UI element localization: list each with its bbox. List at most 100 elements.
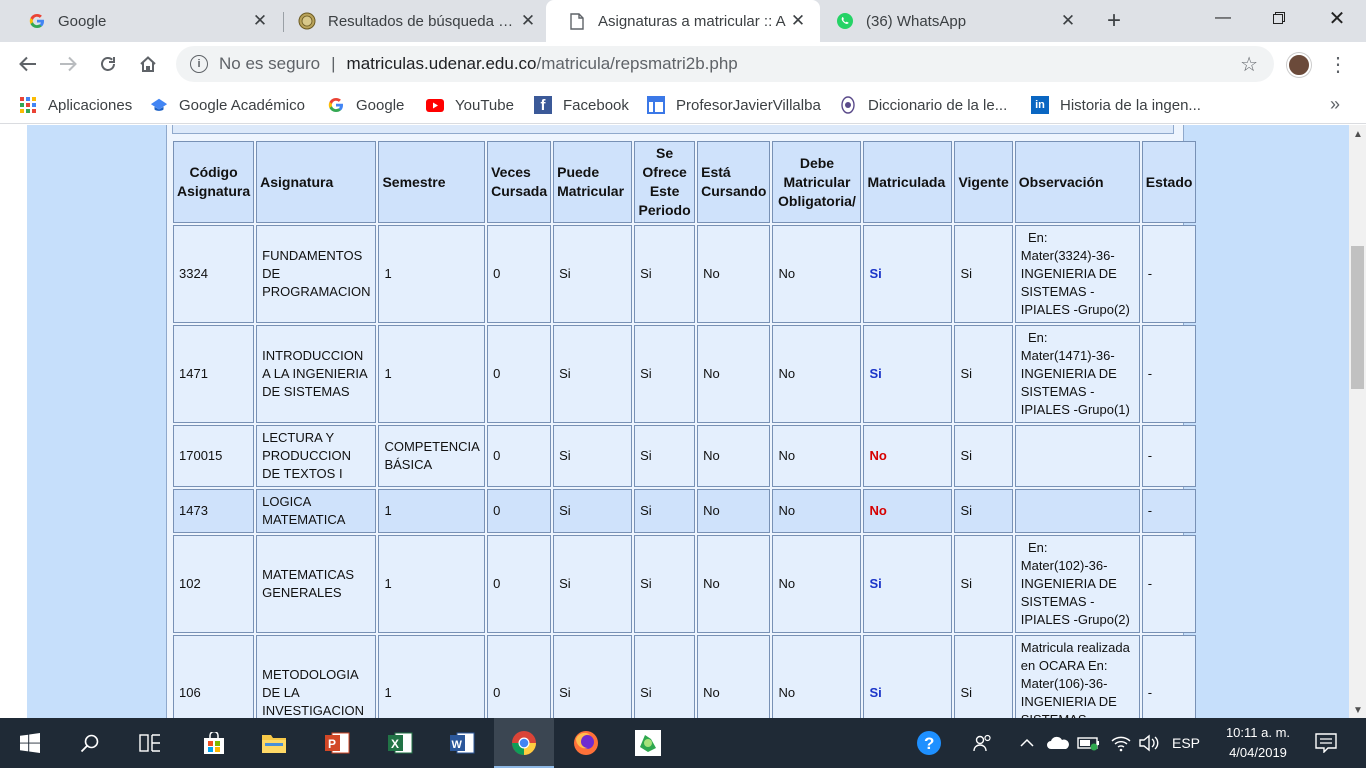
cell-estado: - [1141, 635, 1197, 718]
close-icon[interactable]: ✕ [250, 11, 270, 31]
col-header-semestre: Semestre [378, 141, 486, 223]
tab-search-results[interactable]: Resultados de búsqueda par ✕ [276, 0, 550, 42]
page-scrollbar[interactable]: ▲ ▼ [1349, 125, 1366, 718]
task-view-button[interactable] [120, 718, 180, 768]
notifications-icon[interactable] [1310, 718, 1342, 768]
scroll-down-arrow-icon[interactable]: ▼ [1353, 705, 1363, 716]
cell-observacion [1014, 425, 1140, 487]
cell-vigente: Si [954, 635, 1013, 718]
cell-observacion: En: Mater(3324)-36-INGENIERIA DE SISTEMA… [1014, 225, 1140, 323]
cell-ofrece: Si [634, 535, 696, 633]
cell-matriculada: Si [863, 535, 953, 633]
cell-estado: - [1141, 535, 1197, 633]
chrome-app[interactable] [494, 718, 554, 768]
close-icon[interactable]: ✕ [788, 11, 808, 31]
info-icon[interactable]: i [190, 55, 208, 73]
rae-seal-icon [839, 96, 857, 114]
back-button[interactable] [14, 50, 42, 78]
battery-icon[interactable] [1076, 718, 1102, 768]
col-header-asignatura: Asignatura [256, 141, 377, 223]
cell-asignatura: LOGICA MATEMATICA [256, 489, 377, 533]
people-icon[interactable] [970, 718, 996, 768]
word-app[interactable]: W [432, 718, 492, 768]
tab-asignaturas[interactable]: Asignaturas a matricular :: A ✕ [546, 0, 820, 42]
bookmarks-overflow-icon[interactable]: » [1330, 94, 1340, 115]
bookmark-star-icon[interactable]: ☆ [1240, 52, 1258, 77]
cell-debe: No [772, 489, 862, 533]
cell-puede: Si [553, 635, 633, 718]
col-header-vigente: Vigente [954, 141, 1013, 223]
file-explorer-app[interactable] [244, 718, 304, 768]
cell-cursando: No [697, 489, 771, 533]
cell-matriculada: No [863, 425, 953, 487]
home-button[interactable] [134, 50, 162, 78]
green-app[interactable] [618, 718, 678, 768]
cell-veces: 0 [487, 225, 552, 323]
cell-matriculada: No [863, 489, 953, 533]
cell-asignatura: METODOLOGIA DE LA INVESTIGACION [256, 635, 377, 718]
tab-title: Asignaturas a matricular :: A [598, 12, 786, 30]
bookmark-profesor[interactable]: ProfesorJavierVillalba [647, 86, 821, 124]
minimize-button[interactable]: — [1194, 0, 1252, 36]
language-indicator[interactable]: ESP [1166, 718, 1206, 768]
task-view-icon [139, 734, 160, 752]
cell-semestre: 1 [378, 325, 486, 423]
scroll-up-arrow-icon[interactable]: ▲ [1353, 129, 1363, 140]
volume-icon[interactable] [1136, 718, 1162, 768]
bookmark-diccionario[interactable]: Diccionario de la le... [839, 86, 1007, 124]
bookmark-google[interactable]: Google [327, 86, 404, 124]
cell-puede: Si [553, 325, 633, 423]
powerpoint-app[interactable]: P [307, 718, 367, 768]
col-header-codigo: Código Asignatura [173, 141, 255, 223]
cell-semestre: 1 [378, 225, 486, 323]
address-bar[interactable]: i No es seguro | matriculas.udenar.edu.c… [176, 46, 1274, 82]
close-icon[interactable]: ✕ [518, 11, 538, 31]
left-margin [0, 125, 27, 718]
address-separator: | [331, 54, 336, 73]
new-tab-button[interactable]: + [1100, 7, 1128, 34]
tab-whatsapp[interactable]: (36) WhatsApp ✕ [814, 0, 1090, 42]
tab-google[interactable]: Google ✕ [6, 0, 282, 42]
wifi-icon[interactable] [1108, 718, 1134, 768]
chrome-icon [512, 731, 536, 755]
apps-grid-icon [19, 96, 37, 114]
back-arrow-icon [19, 56, 36, 72]
store-app[interactable] [184, 718, 244, 768]
cell-observacion [1014, 489, 1140, 533]
cell-semestre: 1 [378, 535, 486, 633]
scrollbar-thumb[interactable] [1351, 246, 1364, 389]
search-button[interactable] [60, 718, 120, 768]
start-button[interactable] [0, 718, 60, 768]
cell-observacion: En: Mater(1471)-36-INGENIERIA DE SISTEMA… [1014, 325, 1140, 423]
close-window-button[interactable]: ✕ [1308, 0, 1366, 36]
restore-button[interactable] [1250, 0, 1308, 36]
tab-title: Google [58, 12, 107, 30]
profile-avatar[interactable] [1287, 53, 1311, 77]
seal-icon [298, 12, 316, 30]
help-icon[interactable]: ? [914, 718, 944, 768]
table-row: 1473 LOGICA MATEMATICA 1 0 Si Si No No N… [173, 489, 1197, 533]
excel-app[interactable]: X [370, 718, 430, 768]
bookmark-youtube[interactable]: YouTube [426, 86, 514, 124]
firefox-app[interactable] [556, 718, 616, 768]
bookmark-label: YouTube [455, 96, 514, 114]
scholar-cap-icon [150, 96, 168, 114]
bookmark-aplicaciones[interactable]: Aplicaciones [19, 86, 132, 124]
system-clock[interactable]: 10:11 a. m. 4/04/2019 [1214, 723, 1302, 763]
word-icon: W [450, 732, 475, 754]
cell-debe: No [772, 325, 862, 423]
forward-button[interactable] [54, 50, 82, 78]
bookmark-historia[interactable]: in Historia de la ingen... [1031, 86, 1201, 124]
svg-text:P: P [328, 737, 336, 751]
clock-time: 10:11 a. m. [1225, 725, 1291, 740]
search-icon [80, 734, 99, 753]
close-icon[interactable]: ✕ [1058, 11, 1078, 31]
bookmark-google-academico[interactable]: Google Académico [150, 86, 305, 124]
bookmark-facebook[interactable]: f Facebook [534, 86, 629, 124]
chevron-up-icon[interactable] [1016, 718, 1038, 768]
cell-ofrece: Si [634, 225, 696, 323]
menu-kebab-icon[interactable]: ⋮ [1328, 52, 1348, 76]
reload-button[interactable] [94, 50, 122, 78]
site-icon [647, 96, 665, 114]
onedrive-cloud-icon[interactable] [1045, 718, 1071, 768]
